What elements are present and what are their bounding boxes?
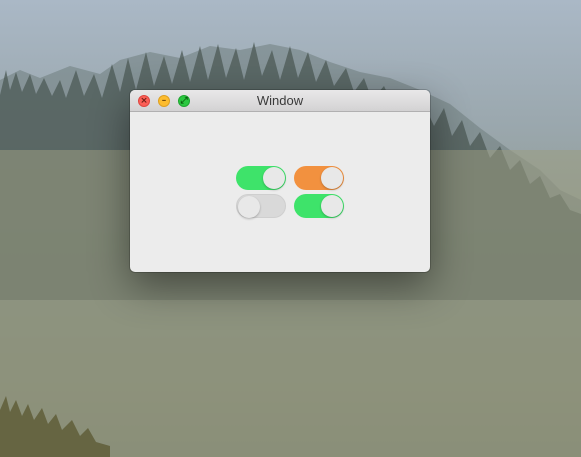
window-title: Window [256, 93, 304, 108]
toggle-switch-4[interactable] [294, 194, 344, 218]
app-window: × – ⤢ Window [130, 90, 430, 272]
toggle-switch-2[interactable] [294, 166, 344, 190]
title-bar[interactable]: × – ⤢ Window [130, 90, 430, 112]
toggle-switch-3[interactable] [236, 194, 286, 218]
toggle-knob [321, 167, 343, 189]
toggle-knob [238, 196, 260, 218]
toggle-switch-1[interactable] [236, 166, 286, 190]
toggle-knob [263, 167, 285, 189]
toggle-knob [321, 195, 343, 217]
